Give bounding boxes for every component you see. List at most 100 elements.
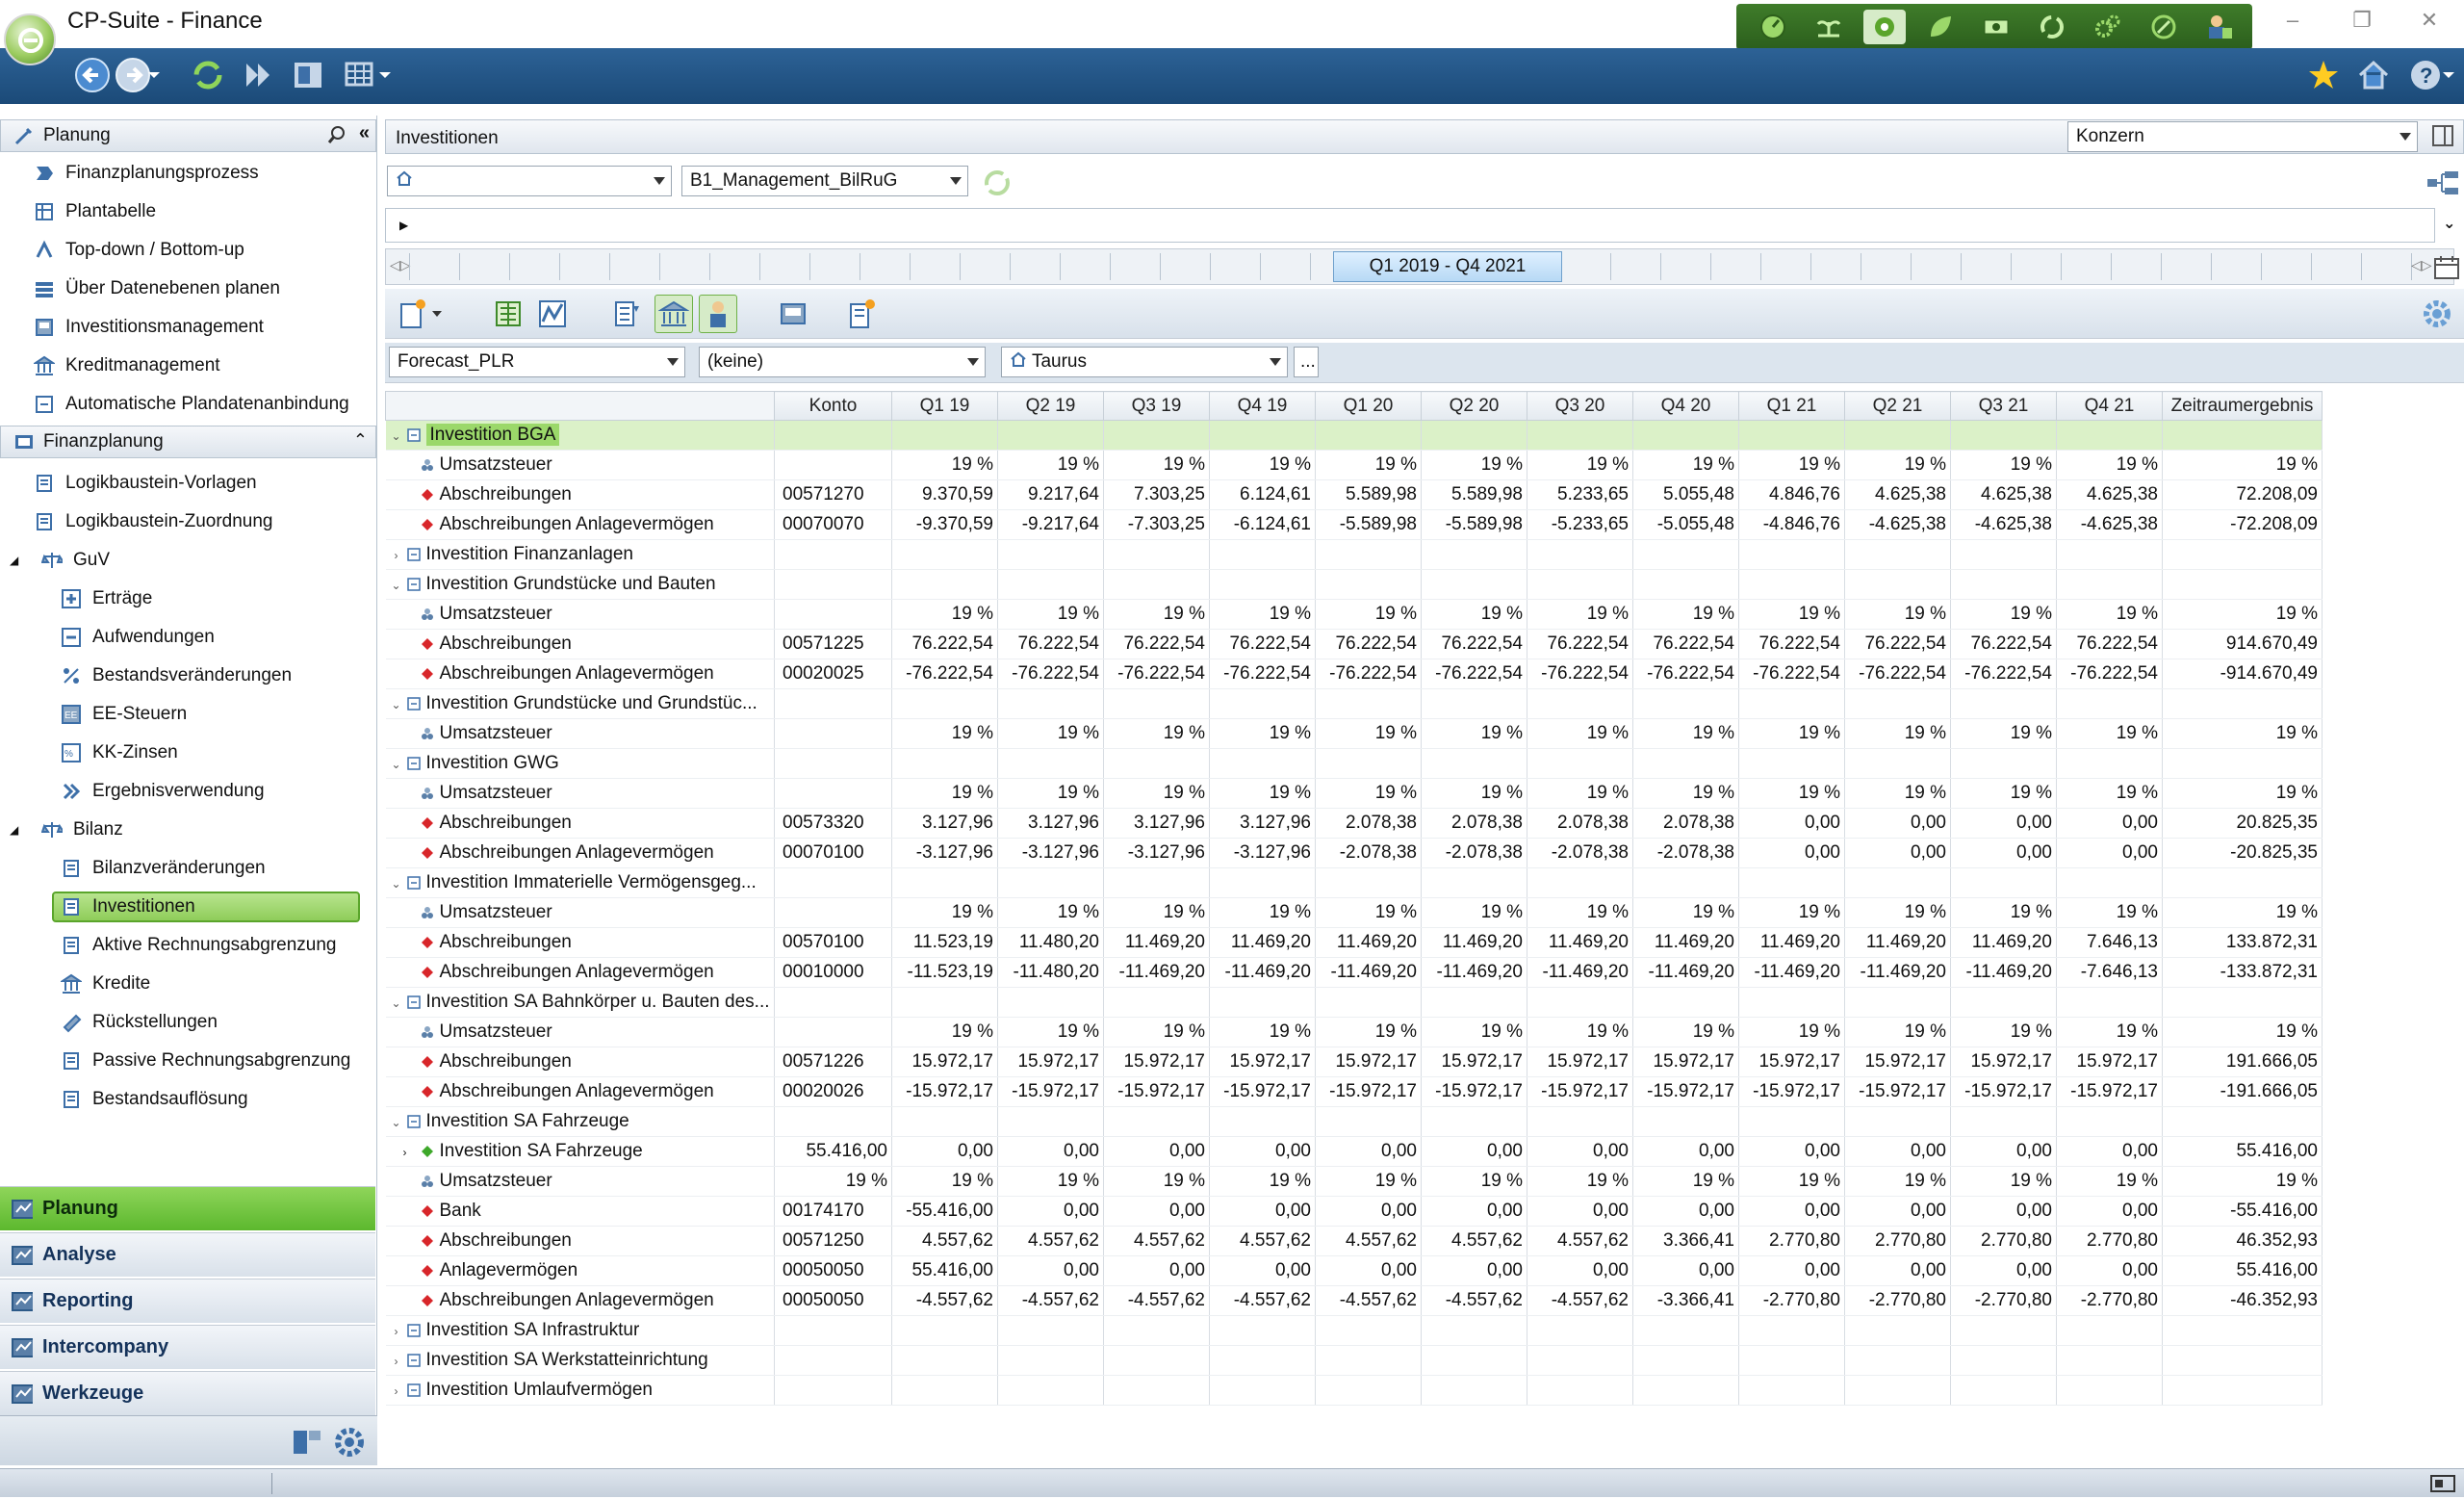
- secondary-select[interactable]: (keine): [699, 347, 986, 377]
- value-cell[interactable]: 19 %: [1738, 897, 1845, 928]
- value-cell[interactable]: [2056, 748, 2163, 779]
- row-label-cell[interactable]: Bank: [385, 1196, 775, 1227]
- value-cell[interactable]: 19 %: [1103, 599, 1210, 630]
- value-cell[interactable]: [2162, 748, 2323, 779]
- row-label-cell[interactable]: Umsatzsteuer: [385, 718, 775, 749]
- value-cell[interactable]: [1103, 867, 1210, 898]
- money-icon[interactable]: [1975, 10, 2017, 44]
- value-cell[interactable]: [1103, 1375, 1210, 1406]
- timeline-right-handle[interactable]: ◁▷: [2411, 257, 2432, 273]
- value-cell[interactable]: 15.972,17: [2056, 1047, 2163, 1077]
- konto-cell[interactable]: [774, 718, 892, 749]
- value-cell[interactable]: [1844, 987, 1951, 1018]
- value-cell[interactable]: 76.222,54: [1738, 629, 1845, 659]
- value-cell[interactable]: 76.222,54: [997, 629, 1104, 659]
- sidebar-item-investitionen[interactable]: Investitionen: [0, 888, 376, 926]
- expand-row-icon[interactable]: ›: [403, 1146, 407, 1159]
- value-cell[interactable]: [1527, 867, 1633, 898]
- value-cell[interactable]: [997, 688, 1104, 719]
- value-cell[interactable]: [1632, 748, 1739, 779]
- value-cell[interactable]: 3.127,96: [1209, 808, 1316, 839]
- value-cell[interactable]: -4.557,62: [1315, 1285, 1422, 1316]
- value-cell[interactable]: [1527, 1106, 1633, 1137]
- value-cell[interactable]: 19 %: [1527, 778, 1633, 809]
- value-cell[interactable]: 0,00: [1209, 1136, 1316, 1167]
- value-cell[interactable]: 55.416,00: [2162, 1255, 2323, 1286]
- value-cell[interactable]: [1738, 420, 1845, 451]
- nav-section-reporting[interactable]: Reporting: [0, 1279, 375, 1323]
- table-row[interactable]: Umsatzsteuer 19 % 19 % 19 % 19 % 19 % 19 % 19 %…: [385, 1166, 2323, 1197]
- value-cell[interactable]: -76.222,54: [1738, 659, 1845, 689]
- value-cell[interactable]: 19 %: [1844, 450, 1951, 480]
- value-cell[interactable]: 19 %: [2056, 718, 2163, 749]
- value-cell[interactable]: -55.416,00: [891, 1196, 998, 1227]
- value-cell[interactable]: -11.469,20: [1209, 957, 1316, 988]
- value-cell[interactable]: 76.222,54: [1950, 629, 2057, 659]
- layout-icon[interactable]: [287, 56, 329, 94]
- value-cell[interactable]: 19 %: [1315, 1017, 1422, 1047]
- value-cell[interactable]: 19 %: [1421, 599, 1527, 630]
- value-cell[interactable]: [1632, 539, 1739, 570]
- konto-cell[interactable]: 00571270: [774, 479, 892, 510]
- value-cell[interactable]: 4.625,38: [1844, 479, 1951, 510]
- value-cell[interactable]: [1632, 987, 1739, 1018]
- value-cell[interactable]: 19 %: [891, 1166, 998, 1197]
- expand-row-icon[interactable]: ›: [390, 549, 403, 562]
- value-cell[interactable]: [1632, 1315, 1739, 1346]
- konto-cell[interactable]: 00050050: [774, 1255, 892, 1286]
- value-cell[interactable]: 19 %: [1209, 718, 1316, 749]
- value-cell[interactable]: 19 %: [1209, 1166, 1316, 1197]
- value-cell[interactable]: 4.557,62: [997, 1226, 1104, 1256]
- row-label-cell[interactable]: Abschreibungen Anlagevermögen: [385, 1285, 775, 1316]
- value-cell[interactable]: [1632, 1106, 1739, 1137]
- value-cell[interactable]: [1315, 748, 1422, 779]
- tree-expand-icon[interactable]: ◢: [10, 823, 23, 837]
- value-cell[interactable]: [1421, 867, 1527, 898]
- konto-cell[interactable]: [774, 599, 892, 630]
- value-cell[interactable]: [1632, 688, 1739, 719]
- value-cell[interactable]: [1950, 569, 2057, 600]
- value-cell[interactable]: [891, 1106, 998, 1137]
- value-cell[interactable]: [1421, 420, 1527, 451]
- value-cell[interactable]: 19 %: [2162, 778, 2323, 809]
- value-cell[interactable]: [1315, 1375, 1422, 1406]
- value-cell[interactable]: 19 %: [1950, 1017, 2057, 1047]
- plant-icon[interactable]: [1808, 10, 1850, 44]
- value-cell[interactable]: [1738, 539, 1845, 570]
- close-button[interactable]: ✕: [2410, 6, 2449, 35]
- konto-cell[interactable]: [774, 420, 892, 451]
- value-cell[interactable]: -76.222,54: [1950, 659, 2057, 689]
- konto-cell[interactable]: 00070100: [774, 838, 892, 868]
- calendar-icon[interactable]: [2433, 254, 2460, 286]
- sidebar-item-rueckstellungen[interactable]: Rückstellungen: [0, 1003, 376, 1042]
- value-cell[interactable]: 46.352,93: [2162, 1226, 2323, 1256]
- tree-layout-icon[interactable]: [2426, 169, 2460, 201]
- leaf-icon[interactable]: [1919, 10, 1962, 44]
- value-cell[interactable]: -2.078,38: [1632, 838, 1739, 868]
- value-cell[interactable]: 19 %: [1209, 1017, 1316, 1047]
- value-cell[interactable]: 19 %: [1421, 718, 1527, 749]
- value-cell[interactable]: 76.222,54: [1844, 629, 1951, 659]
- table-row[interactable]: Abschreibungen Anlagevermögen 00070070 -9.…: [385, 509, 2323, 540]
- table-row[interactable]: Umsatzsteuer 19 % 19 % 19 % 19 % 19 % 19 % 19 %…: [385, 450, 2323, 480]
- value-cell[interactable]: 19 %: [1209, 778, 1316, 809]
- value-cell[interactable]: 15.972,17: [1103, 1047, 1210, 1077]
- row-label-cell[interactable]: Abschreibungen: [385, 1047, 775, 1077]
- value-cell[interactable]: 0,00: [1421, 1196, 1527, 1227]
- value-cell[interactable]: 0,00: [1950, 838, 2057, 868]
- value-cell[interactable]: -11.469,20: [1421, 957, 1527, 988]
- value-cell[interactable]: [1738, 1315, 1845, 1346]
- back-button[interactable]: [71, 56, 114, 94]
- value-cell[interactable]: [1315, 867, 1422, 898]
- value-cell[interactable]: 19 %: [1209, 450, 1316, 480]
- row-label-cell[interactable]: Abschreibungen Anlagevermögen: [385, 838, 775, 868]
- value-cell[interactable]: 6.124,61: [1209, 479, 1316, 510]
- row-label-cell[interactable]: Abschreibungen: [385, 927, 775, 958]
- row-label-cell[interactable]: Abschreibungen: [385, 1226, 775, 1256]
- group-row[interactable]: ⌄ Investition SA Bahnkörper u. Bauten des…: [385, 987, 2323, 1018]
- value-cell[interactable]: 19 %: [1421, 897, 1527, 928]
- value-cell[interactable]: -3.127,96: [891, 838, 998, 868]
- value-cell[interactable]: 19 %: [997, 1166, 1104, 1197]
- value-cell[interactable]: [1315, 1345, 1422, 1376]
- value-cell[interactable]: 15.972,17: [1844, 1047, 1951, 1077]
